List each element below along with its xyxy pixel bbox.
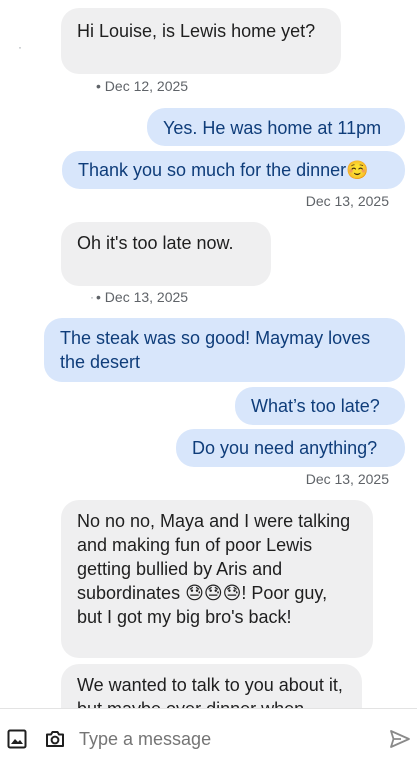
message-text: Thank you so much for the dinner☺️ <box>78 160 369 180</box>
message-thread[interactable]: · Hi Louise, is Lewis home yet? • Dec 12… <box>0 0 417 708</box>
message-bubble-incoming[interactable]: No no no, Maya and I were talking and ma… <box>61 500 373 658</box>
message-bubble-outgoing[interactable]: What’s too late? <box>235 387 405 425</box>
message-text: Oh it's too late now. <box>77 233 234 253</box>
image-icon[interactable] <box>5 727 29 751</box>
message-bubble-incoming[interactable]: Hi Louise, is Lewis home yet? <box>61 8 341 74</box>
message-timestamp: • Dec 13, 2025 <box>96 289 189 305</box>
message-text: What’s too late? <box>251 396 380 416</box>
message-timestamp: Dec 13, 2025 <box>305 193 389 209</box>
message-text: We wanted to talk to you about it, but m… <box>77 675 343 708</box>
message-bubble-outgoing[interactable]: The steak was so good! Maymay loves the … <box>44 318 405 382</box>
message-bubble-outgoing[interactable]: Yes. He was home at 11pm <box>147 108 405 146</box>
message-text: Yes. He was home at 11pm <box>163 118 382 138</box>
send-icon[interactable] <box>388 727 412 751</box>
message-timestamp: Dec 13, 2025 <box>305 471 389 487</box>
message-text: Do you need anything? <box>192 438 378 458</box>
message-bubble-incoming[interactable]: We wanted to talk to you about it, but m… <box>61 664 362 708</box>
message-timestamp: • Dec 12, 2025 <box>96 78 189 94</box>
sender-dot: · <box>18 40 22 54</box>
message-text: Hi Louise, is Lewis home yet? <box>77 21 316 41</box>
message-bubble-outgoing[interactable]: Thank you so much for the dinner☺️ <box>62 151 405 189</box>
message-text: No no no, Maya and I were talking and ma… <box>77 511 351 627</box>
sender-dot: · <box>90 290 94 304</box>
message-bubble-outgoing[interactable]: Do you need anything? <box>176 429 405 467</box>
camera-icon[interactable] <box>43 727 67 751</box>
message-input[interactable] <box>79 726 369 752</box>
message-composer <box>0 708 417 768</box>
message-bubble-incoming[interactable]: Oh it's too late now. <box>61 222 271 286</box>
message-text: The steak was so good! Maymay loves the … <box>60 328 371 372</box>
